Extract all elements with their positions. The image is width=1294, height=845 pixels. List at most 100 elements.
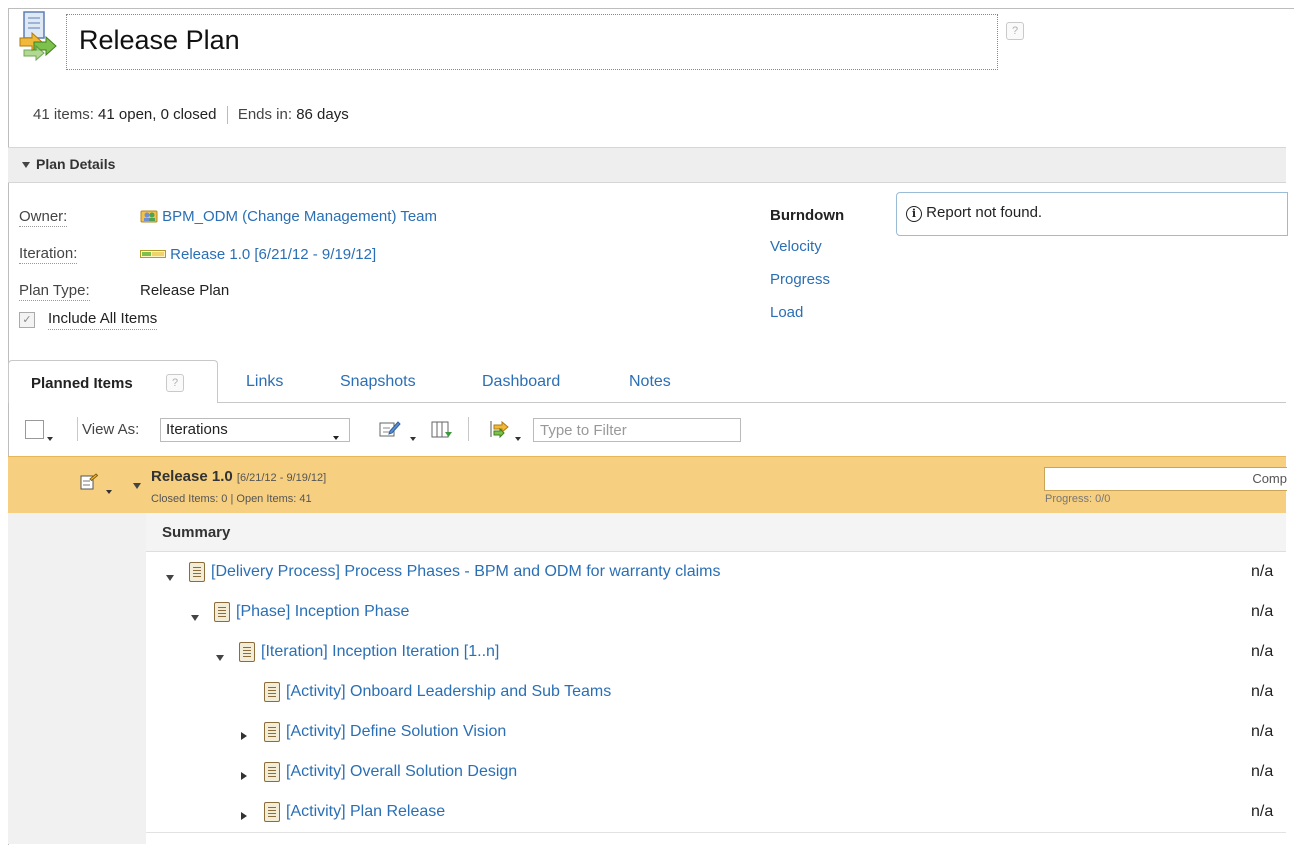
tab-links[interactable]: Links	[246, 373, 283, 391]
table-row[interactable]: [Activity] Overall Solution Design n/a	[146, 752, 1286, 793]
row-value: n/a	[1251, 803, 1274, 820]
progress-text: Progress: 0/0	[1045, 493, 1111, 505]
iteration-link[interactable]: Release 1.0 [6/21/12 - 9/19/12]	[170, 246, 376, 263]
report-progress[interactable]: Progress	[770, 271, 830, 288]
chevron-down-icon	[106, 490, 112, 494]
table-row[interactable]: [Activity] Define Solution Vision n/a	[146, 712, 1286, 753]
tab-planned-items[interactable]: Planned Items ?	[8, 360, 218, 403]
select-menu-arrow[interactable]	[47, 428, 53, 444]
table-row[interactable]: [Iteration] Inception Iteration [1..n] n/…	[146, 632, 1286, 673]
chevron-down-icon	[47, 437, 53, 441]
table-row[interactable]: [Activity] Plan Release n/a	[146, 792, 1286, 833]
chevron-down-icon	[515, 437, 521, 441]
row-summary-link[interactable]: [Activity] Onboard Leadership and Sub Te…	[286, 683, 611, 701]
toolbar-separator	[468, 417, 469, 441]
release-progress-bar: Comp	[1044, 467, 1287, 491]
owner-label: Owner:	[19, 208, 68, 227]
filter-field[interactable]	[533, 418, 741, 442]
expand-triangle-icon	[241, 732, 247, 740]
iteration-bar-icon	[140, 245, 166, 262]
tab-snapshots[interactable]: Snapshots	[340, 373, 416, 391]
include-all-label: Include All Items	[48, 310, 158, 330]
ends-value: 86 days	[296, 106, 349, 123]
release-name: Release 1.0	[151, 468, 233, 485]
row-collapse-toggle[interactable]	[166, 569, 180, 585]
row-summary-link[interactable]: [Iteration] Inception Iteration [1..n]	[261, 643, 499, 661]
release-counts: Closed Items: 0 | Open Items: 41	[151, 493, 312, 505]
row-summary-link[interactable]: [Phase] Inception Phase	[236, 603, 409, 621]
toolbar-separator	[77, 417, 78, 441]
report-velocity[interactable]: Velocity	[770, 238, 822, 255]
row-summary-link[interactable]: [Delivery Process] Process Phases - BPM …	[211, 563, 720, 581]
row-value: n/a	[1251, 763, 1274, 780]
work-item-icon	[264, 802, 280, 822]
release-menu-arrow[interactable]	[106, 481, 112, 497]
ends-label: Ends in:	[237, 106, 293, 123]
columns-icon[interactable]	[431, 420, 453, 443]
plan-type-label: Plan Type:	[19, 282, 90, 301]
summary-column-header[interactable]: Summary	[146, 513, 1286, 552]
plan-details-header[interactable]: Plan Details	[8, 147, 1286, 183]
team-icon	[140, 207, 158, 227]
view-as-select[interactable]: Iterations	[160, 418, 350, 442]
release-dates: [6/21/12 - 9/19/12]	[236, 472, 327, 484]
row-expand-toggle[interactable]	[241, 767, 247, 783]
iteration-label: Iteration:	[19, 245, 78, 264]
chevron-down-icon	[333, 436, 339, 440]
edit-icon[interactable]	[379, 419, 401, 442]
expand-triangle-icon	[241, 772, 247, 780]
plan-type-value: Release Plan	[140, 282, 230, 299]
collapse-triangle-icon	[133, 483, 141, 490]
row-value: n/a	[1251, 563, 1274, 580]
plan-summary: 41 items: 41 open, 0 closed Ends in: 86 …	[33, 106, 349, 125]
row-collapse-toggle[interactable]	[191, 609, 205, 625]
filter-menu-arrow[interactable]	[515, 428, 521, 444]
row-expand-toggle[interactable]	[241, 727, 247, 743]
row-value: n/a	[1251, 683, 1274, 700]
table-row[interactable]: [Phase] Inception Phase n/a	[146, 592, 1286, 633]
items-value: 41 open, 0 closed	[98, 106, 217, 123]
report-load[interactable]: Load	[770, 304, 803, 321]
release-collapse-toggle[interactable]	[133, 477, 147, 493]
filter-input[interactable]	[538, 419, 738, 441]
view-as-value: Iterations	[166, 421, 228, 438]
info-icon: i	[906, 206, 922, 222]
row-summary-link[interactable]: [Activity] Define Solution Vision	[286, 723, 506, 741]
tab-notes[interactable]: Notes	[629, 373, 671, 391]
owner-link[interactable]: BPM_ODM (Change Management) Team	[162, 208, 437, 225]
table-row[interactable]: [Delivery Process] Process Phases - BPM …	[146, 552, 1286, 593]
collapse-triangle-icon	[166, 575, 174, 582]
tab-planned-items-label: Planned Items	[31, 375, 133, 392]
summary-divider	[226, 106, 228, 125]
row-value: n/a	[1251, 643, 1274, 660]
page-title: Release Plan	[79, 25, 240, 55]
row-value: n/a	[1251, 603, 1274, 620]
help-icon[interactable]: ?	[166, 374, 184, 392]
release-edit-icon[interactable]	[80, 473, 99, 494]
row-summary-link[interactable]: [Activity] Overall Solution Design	[286, 763, 517, 781]
row-summary-link[interactable]: [Activity] Plan Release	[286, 803, 445, 821]
table-row[interactable]: [Activity] Onboard Leadership and Sub Te…	[146, 672, 1286, 713]
work-item-icon	[214, 602, 230, 622]
owner-value[interactable]: BPM_ODM (Change Management) Team	[140, 207, 437, 227]
work-item-icon	[264, 762, 280, 782]
view-as-label: View As:	[82, 421, 140, 438]
collapse-triangle-icon	[22, 162, 30, 169]
report-burndown[interactable]: Burndown	[770, 207, 844, 224]
plan-title-field[interactable]: Release Plan	[66, 14, 998, 70]
filter-arrows-icon[interactable]	[488, 418, 510, 443]
work-item-icon	[239, 642, 255, 662]
expand-triangle-icon	[241, 812, 247, 820]
report-message: Report not found.	[926, 204, 1043, 221]
tab-dashboard[interactable]: Dashboard	[482, 373, 560, 391]
work-item-icon	[264, 682, 280, 702]
row-collapse-toggle[interactable]	[216, 649, 230, 665]
row-value: n/a	[1251, 723, 1274, 740]
edit-menu-arrow[interactable]	[410, 428, 416, 444]
include-all-checkbox[interactable]: ✓	[19, 312, 35, 328]
row-expand-toggle[interactable]	[241, 807, 247, 823]
select-all-checkbox[interactable]	[25, 420, 44, 439]
help-icon[interactable]: ?	[1006, 22, 1024, 40]
iteration-value[interactable]: Release 1.0 [6/21/12 - 9/19/12]	[140, 245, 376, 263]
work-item-icon	[264, 722, 280, 742]
